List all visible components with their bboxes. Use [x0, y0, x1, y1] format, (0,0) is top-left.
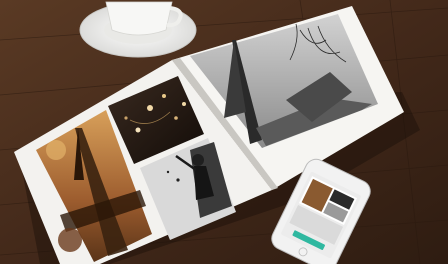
photo-book-scene: [0, 0, 448, 264]
coffee-cup: [79, 1, 197, 58]
